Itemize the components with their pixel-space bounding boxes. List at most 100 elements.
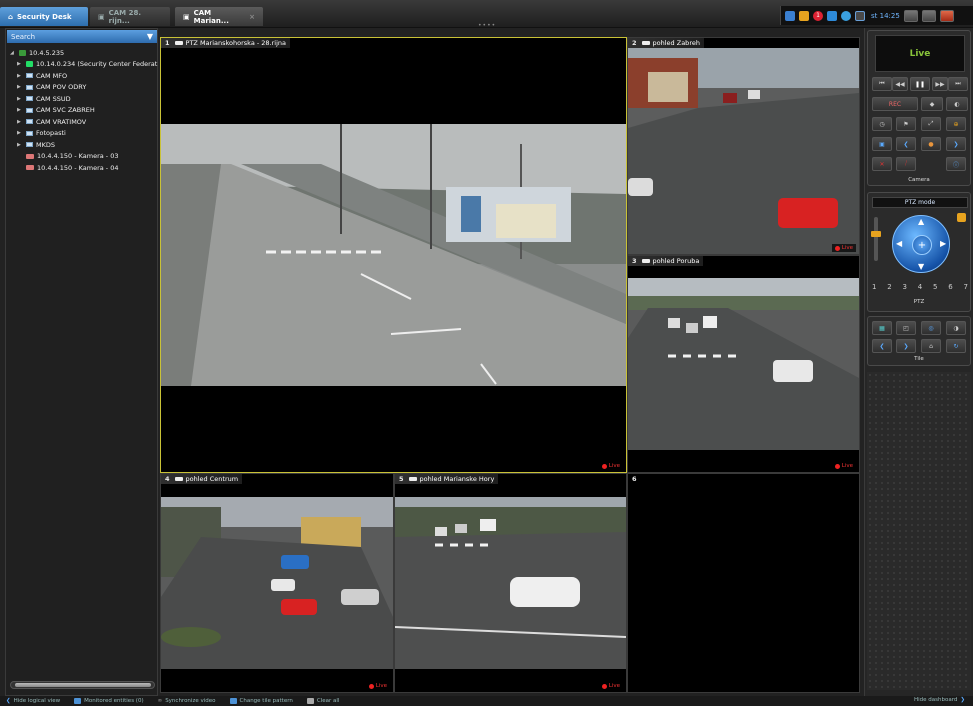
expand-arrow-icon[interactable]: ▶ (17, 130, 23, 136)
visual-tracking-button[interactable]: ◐ (946, 97, 968, 111)
preset-4[interactable]: 4 (918, 283, 922, 291)
horizontal-scrollbar[interactable] (10, 681, 155, 689)
tree-item[interactable]: 10.4.4.150 - Kamera - 03 (10, 151, 160, 163)
bookmark-icon[interactable]: ⚑ (896, 117, 916, 131)
filter-icon[interactable]: ▼ (147, 32, 153, 41)
camera-group-icon (26, 84, 33, 90)
preset-6[interactable]: 6 (948, 283, 952, 291)
phone-icon[interactable] (855, 10, 865, 21)
skip-forward-button[interactable]: ⏭ (948, 77, 968, 91)
tree-item[interactable]: ▶ CAM SVC ZABREH (10, 105, 160, 117)
expand-arrow-icon[interactable]: ▶ (17, 107, 23, 113)
search-input[interactable]: Search ▼ (7, 30, 157, 43)
video-tile-4[interactable]: 4 pohled Centrum Live (160, 473, 394, 693)
tree-item[interactable]: ▶ CAM SSUD (10, 93, 160, 105)
arrow-left-icon[interactable]: ◀ (896, 239, 902, 248)
disconnect-icon[interactable]: ⧸ (896, 157, 916, 171)
video-tile-5[interactable]: 5 pohled Marianske Hory Live (394, 473, 627, 693)
home-tile-icon[interactable]: ⌂ (921, 339, 941, 353)
fullscreen-icon[interactable]: ◰ (896, 321, 916, 335)
hide-logical-view-button[interactable]: ❮ Hide logical view (6, 698, 60, 704)
zoom-icon[interactable]: ⤢ (921, 117, 941, 131)
preset-1[interactable]: 1 (872, 283, 876, 291)
expand-arrow-icon[interactable]: ▶ (17, 61, 23, 67)
monitored-entities-button[interactable]: Monitored entities (0) (74, 698, 144, 704)
step-forward-button[interactable]: ▶▶ (932, 77, 948, 91)
refresh-icon[interactable]: ↻ (946, 339, 966, 353)
arrow-up-icon[interactable]: ▲ (918, 217, 924, 226)
ptz-mode-button[interactable]: PTZ mode (872, 197, 968, 208)
tree-item[interactable]: ▶ 10.14.0.234 (Security Center Federat (10, 59, 160, 71)
scrollbar-thumb[interactable] (15, 683, 151, 687)
minimize-button[interactable] (903, 9, 918, 22)
lock-icon[interactable] (957, 213, 966, 222)
settings-icon[interactable]: ◑ (946, 321, 966, 335)
button-label: Monitored entities (0) (84, 698, 144, 704)
tab-security-desk[interactable]: ⌂ Security Desk (0, 7, 88, 26)
preset-5[interactable]: 5 (933, 283, 937, 291)
privacy-icon[interactable]: ● (921, 137, 941, 151)
preset-3[interactable]: 3 (903, 283, 907, 291)
ptz-joystick[interactable]: ▲ ▼ ◀ ▶ + (892, 215, 950, 273)
tree-item[interactable]: ▶ Fotopasti (10, 128, 160, 140)
cycle-icon[interactable]: ◎ (921, 321, 941, 335)
tab-cam-28-rijna[interactable]: ▣ CAM 28. rijn... (90, 7, 170, 26)
tree-item[interactable]: ▶ CAM MFO (10, 70, 160, 82)
drag-handle[interactable]: •••• (478, 22, 496, 29)
expand-arrow-icon[interactable]: ▶ (17, 119, 23, 125)
rewind-button[interactable]: ⏮ (872, 77, 892, 91)
tree-item[interactable]: ▶ CAM POV ODRY (10, 82, 160, 94)
arrow-right-icon[interactable]: ▶ (940, 239, 946, 248)
collapse-arrow-icon[interactable]: ◢ (10, 50, 16, 56)
zoom-in-icon[interactable]: + (912, 235, 932, 255)
expand-arrow-icon[interactable]: ▶ (17, 73, 23, 79)
change-tile-pattern-button[interactable]: Change tile pattern (229, 698, 293, 704)
info-icon[interactable]: ⓘ (946, 157, 966, 171)
tile-controls: ▦ ◰ ◎ ◑ ❮ ❯ ⌂ ↻ Tile (867, 316, 971, 366)
close-window-button[interactable] (939, 9, 954, 22)
audio-icon[interactable]: ❮ (896, 137, 916, 151)
tree-item[interactable]: 10.4.4.150 - Kamera - 04 (10, 162, 160, 174)
digital-zoom-icon[interactable]: ⊕ (946, 117, 966, 131)
export-icon[interactable]: ▣ (872, 137, 892, 151)
expand-arrow-icon[interactable]: ▶ (17, 84, 23, 90)
expand-arrow-icon[interactable]: ▶ (17, 142, 23, 148)
preset-7[interactable]: 7 (964, 283, 968, 291)
keyboard-icon[interactable] (827, 10, 837, 21)
tree-item[interactable]: ▶ CAM VRATIMOV (10, 116, 160, 128)
synchronize-video-button[interactable]: ∞ Synchronize video (158, 698, 216, 704)
snapshot-button[interactable]: ◆ (921, 97, 943, 111)
timeline-icon[interactable]: ◷ (872, 117, 892, 131)
globe-icon[interactable] (841, 10, 851, 21)
system-tray: 1 st 14:25 (780, 6, 973, 25)
zoom-slider[interactable] (871, 217, 881, 261)
alarm-icon[interactable]: 1 (813, 10, 823, 21)
previous-icon[interactable]: ❮ (872, 339, 892, 353)
video-tile-2[interactable]: 2 pohled Zabreh Live (627, 37, 860, 255)
maximize-button[interactable] (921, 9, 936, 22)
preset-2[interactable]: 2 (887, 283, 891, 291)
tab-cam-marian[interactable]: ▣ CAM Marian... × (175, 7, 263, 26)
step-back-button[interactable]: ◀◀ (892, 77, 908, 91)
alarm-trigger-icon[interactable]: ✕ (872, 157, 892, 171)
next-icon[interactable]: ❯ (946, 137, 966, 151)
record-button[interactable]: REC (872, 97, 918, 111)
video-tile-3[interactable]: 3 pohled Poruba Live (627, 255, 860, 473)
video-tile-1[interactable]: 1 PTZ Marianskohorska - 28.rijna Live (160, 37, 627, 473)
speaker-icon[interactable] (799, 10, 809, 21)
pause-button[interactable]: ❚❚ (910, 77, 930, 91)
clear-all-button[interactable]: Clear all (306, 698, 339, 704)
zoom-slider-thumb[interactable] (871, 231, 881, 237)
tree-item[interactable]: ▶ MKDS (10, 139, 160, 151)
live-indicator: Live (365, 682, 390, 690)
hide-dashboard-button[interactable]: Hide dashboard ❯ (914, 697, 965, 703)
tile-pattern-icon[interactable]: ▦ (872, 321, 892, 335)
video-tile-6[interactable]: 6 (627, 473, 860, 693)
arrow-down-icon[interactable]: ▼ (918, 262, 924, 271)
expand-arrow-icon[interactable]: ▶ (17, 96, 23, 102)
tree-item[interactable]: ◢ 10.4.5.235 (10, 47, 160, 59)
next-tile-icon[interactable]: ❯ (896, 339, 916, 353)
monitor-icon[interactable] (785, 10, 795, 21)
camera-controls: Live ⏮ ◀◀ ❚❚ ▶▶ ⏭ REC ◆ ◐ ◷ ⚑ ⤢ ⊕ ▣ ❮ ● … (867, 30, 971, 186)
close-tab-icon[interactable]: × (249, 13, 255, 21)
